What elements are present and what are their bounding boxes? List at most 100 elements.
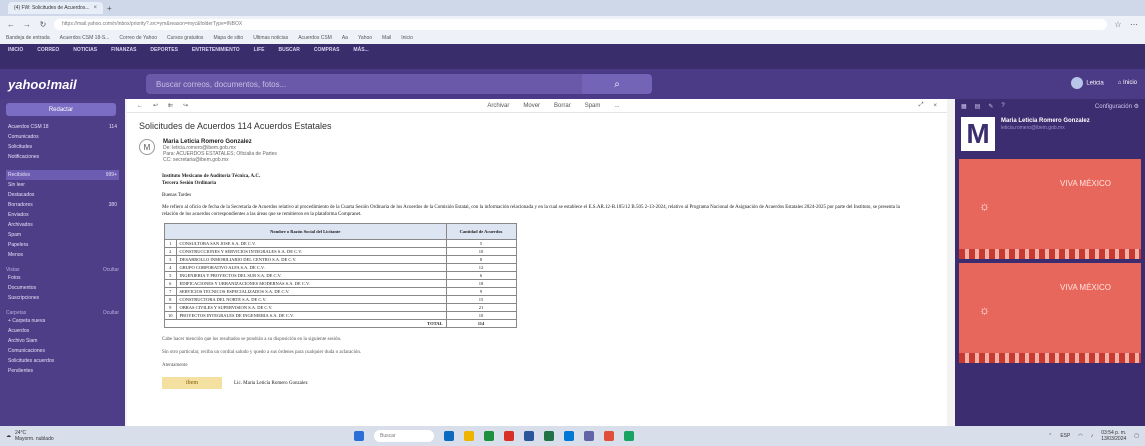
top-nav-link[interactable]: NOTICIAS: [73, 47, 97, 53]
mail-action-button[interactable]: Borrar: [554, 103, 571, 109]
sidebar-mailbox-item[interactable]: Papelera: [6, 240, 119, 250]
sidebar-folder[interactable]: Comunicados: [6, 132, 119, 142]
mail-action-button[interactable]: Spam: [585, 103, 601, 109]
sidebar-mailbox-item[interactable]: Spam: [6, 230, 119, 240]
app-icon[interactable]: [604, 431, 614, 441]
wifi-icon[interactable]: ◠: [1078, 433, 1082, 439]
bookmark-item[interactable]: Mail: [382, 35, 391, 41]
bookmark-item[interactable]: Aa: [342, 35, 348, 41]
top-nav-link[interactable]: FINANZAS: [111, 47, 136, 53]
back-icon[interactable]: ←: [6, 20, 16, 29]
menu-icon[interactable]: ⋯: [1129, 20, 1139, 29]
reply-icon[interactable]: ↩: [153, 102, 158, 109]
bookmark-item[interactable]: Ultimas noticias: [253, 35, 288, 41]
reply-all-icon[interactable]: ⇇: [168, 102, 173, 109]
sidebar-user-folder[interactable]: + Carpeta nueva: [6, 316, 119, 326]
ad-banner[interactable]: ☼ VIVA MÉXICO: [959, 263, 1141, 363]
top-nav-link[interactable]: MÁS...: [353, 47, 368, 53]
bookmark-item[interactable]: Yahoo: [358, 35, 372, 41]
bookmark-item[interactable]: Acuerdos CSM 18-S...: [60, 35, 110, 41]
close-tab-icon[interactable]: ×: [94, 5, 98, 11]
excel-icon[interactable]: [544, 431, 554, 441]
help-icon[interactable]: ?: [1001, 103, 1004, 109]
word-icon[interactable]: [524, 431, 534, 441]
notifications-icon[interactable]: ▢: [1134, 433, 1139, 439]
bookmark-item[interactable]: Cursos gratuitos: [167, 35, 203, 41]
bookmark-item[interactable]: Mapa de sitio: [213, 35, 243, 41]
top-nav-link[interactable]: CORREO: [37, 47, 59, 53]
home-link[interactable]: ⌂ Inicio: [1118, 80, 1137, 86]
clock[interactable]: 03:54 p. m. 13/03/2024: [1101, 430, 1126, 442]
contacts-icon[interactable]: ▦: [961, 103, 967, 110]
sidebar-mailbox-item[interactable]: Enviados: [6, 210, 119, 220]
forward-icon[interactable]: →: [22, 20, 32, 29]
user-menu[interactable]: Leticia: [1071, 77, 1104, 89]
sidebar-folder[interactable]: Acuerdos CSM 18 114: [6, 122, 119, 132]
task-view-icon[interactable]: [444, 431, 454, 441]
url-field[interactable]: https://mail.yahoo.com/n/inbox/priority?…: [54, 18, 1107, 30]
forward-mail-icon[interactable]: ↪: [183, 102, 188, 109]
bookmark-item[interactable]: Acuerdos CSM: [298, 35, 332, 41]
new-tab-icon[interactable]: +: [107, 4, 112, 13]
calendar-icon[interactable]: ▤: [975, 103, 981, 110]
contact-email[interactable]: leticia.romero@ibem.gob.mx: [1001, 125, 1090, 131]
browser-tab[interactable]: (4) FW: Solicitudes de Acuerdos... ×: [8, 2, 104, 14]
chevron-up-icon[interactable]: ⌃: [1048, 433, 1052, 439]
settings-link[interactable]: Configuración ⚙: [1095, 103, 1139, 110]
edge-icon[interactable]: [484, 431, 494, 441]
top-nav-link[interactable]: BUSCAR: [278, 47, 299, 53]
search-button[interactable]: ⌕: [582, 74, 652, 94]
sidebar-user-folder[interactable]: Pendientes: [6, 366, 119, 376]
ad-banner[interactable]: ☼ VIVA MÉXICO: [959, 159, 1141, 259]
sidebar-view-item[interactable]: Suscripciones: [6, 293, 119, 303]
app-icon[interactable]: [624, 431, 634, 441]
notepad-icon[interactable]: ✎: [988, 103, 993, 110]
expand-icon[interactable]: ⤢: [919, 102, 924, 109]
sidebar-user-folder[interactable]: Comunicaciones: [6, 346, 119, 356]
sidebar-mailbox-item[interactable]: Destacados: [6, 190, 119, 200]
sidebar-mailbox-item[interactable]: Recibidos 999+: [6, 170, 119, 180]
start-icon[interactable]: [354, 431, 364, 441]
folders-toggle[interactable]: Ocultar: [103, 310, 119, 316]
sidebar-user-folder[interactable]: Acuerdos: [6, 326, 119, 336]
sidebar-user-folder[interactable]: Solicitudes acuerdos: [6, 356, 119, 366]
taskbar-search[interactable]: Buscar: [374, 430, 434, 442]
bookmark-item[interactable]: Inicio: [401, 35, 413, 41]
search-input[interactable]: Buscar correos, documentos, fotos...: [146, 74, 582, 94]
bookmark-item[interactable]: Bandeja de entrada: [6, 35, 50, 41]
teams-icon[interactable]: [584, 431, 594, 441]
mail-action-button[interactable]: ...: [614, 103, 619, 109]
top-nav-link[interactable]: DEPORTES: [150, 47, 178, 53]
chrome-icon[interactable]: [504, 431, 514, 441]
views-toggle[interactable]: Ocultar: [103, 267, 119, 273]
sidebar-mailbox-item[interactable]: Sin leer: [6, 180, 119, 190]
file-explorer-icon[interactable]: [464, 431, 474, 441]
outlook-icon[interactable]: [564, 431, 574, 441]
sidebar-folder[interactable]: Notificaciones: [6, 152, 119, 162]
top-nav-link[interactable]: COMPRAS: [314, 47, 340, 53]
top-nav-link[interactable]: INICIO: [8, 47, 23, 53]
mail-action-button[interactable]: Mover: [523, 103, 540, 109]
bookmark-item[interactable]: Correo de Yahoo: [119, 35, 157, 41]
star-icon[interactable]: ☆: [1113, 20, 1123, 29]
mail-action-button[interactable]: Archivar: [487, 103, 509, 109]
contact-name[interactable]: Maria Leticia Romero Gonzalez: [1001, 117, 1090, 125]
sidebar-view-item[interactable]: Documentos: [6, 283, 119, 293]
back-to-list-icon[interactable]: ←: [137, 103, 143, 109]
sidebar-view-item[interactable]: Fotos: [6, 273, 119, 283]
table-total-row: TOTAL 114: [164, 319, 517, 328]
sidebar-folder[interactable]: Solicitudes: [6, 142, 119, 152]
yahoo-mail-logo[interactable]: yahoo!mail: [8, 77, 77, 92]
reload-icon[interactable]: ↻: [38, 20, 48, 29]
sidebar-user-folder[interactable]: Archivo Siam: [6, 336, 119, 346]
top-nav-link[interactable]: ENTRETENIMIENTO: [192, 47, 240, 53]
sidebar-mailbox-item[interactable]: Archivados: [6, 220, 119, 230]
compose-button[interactable]: Redactar: [6, 103, 116, 116]
lang-indicator[interactable]: ESP: [1060, 433, 1070, 439]
sidebar-mailbox-item[interactable]: Borradores 380: [6, 200, 119, 210]
close-mail-icon[interactable]: ×: [934, 103, 938, 109]
weather-widget[interactable]: ☁ 24°C Mayorm. nublado: [6, 430, 126, 442]
volume-icon[interactable]: ♪: [1091, 433, 1094, 439]
sidebar-mailbox-item[interactable]: Menos: [6, 250, 119, 260]
top-nav-link[interactable]: LIFE: [254, 47, 265, 53]
